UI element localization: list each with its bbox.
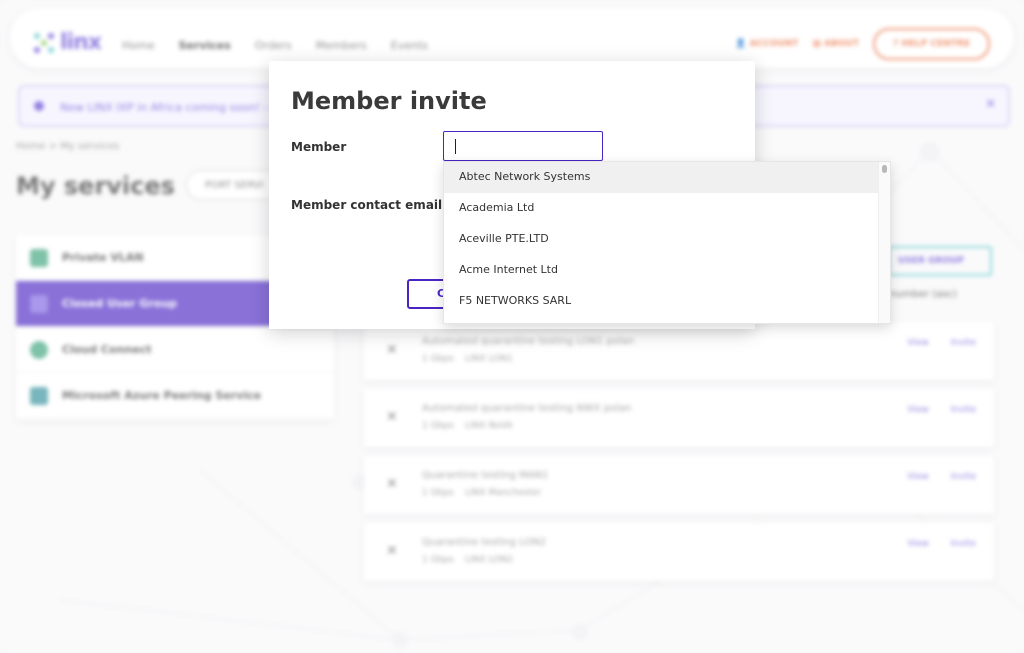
text-caret: [455, 139, 456, 154]
member-contact-email-label: Member contact email: [291, 198, 443, 212]
dropdown-option[interactable]: F5 NETWORKS SARL: [444, 286, 890, 317]
member-label: Member: [291, 140, 347, 154]
scrollbar-thumb[interactable]: [882, 165, 887, 173]
page: linx Home Services Orders Members Events…: [0, 0, 1024, 653]
dropdown-option[interactable]: Aceville PTE.LTD: [444, 224, 890, 255]
member-dropdown-list[interactable]: Abtec Network Systems Academia Ltd Acevi…: [443, 161, 891, 324]
dropdown-option[interactable]: Academia Ltd: [444, 193, 890, 224]
dropdown-scrollbar[interactable]: [878, 162, 890, 323]
dropdown-option[interactable]: Acme Internet Ltd: [444, 255, 890, 286]
modal-title: Member invite: [291, 87, 487, 115]
member-search-input[interactable]: [443, 131, 603, 161]
dropdown-option[interactable]: Abtec Network Systems: [444, 162, 890, 193]
